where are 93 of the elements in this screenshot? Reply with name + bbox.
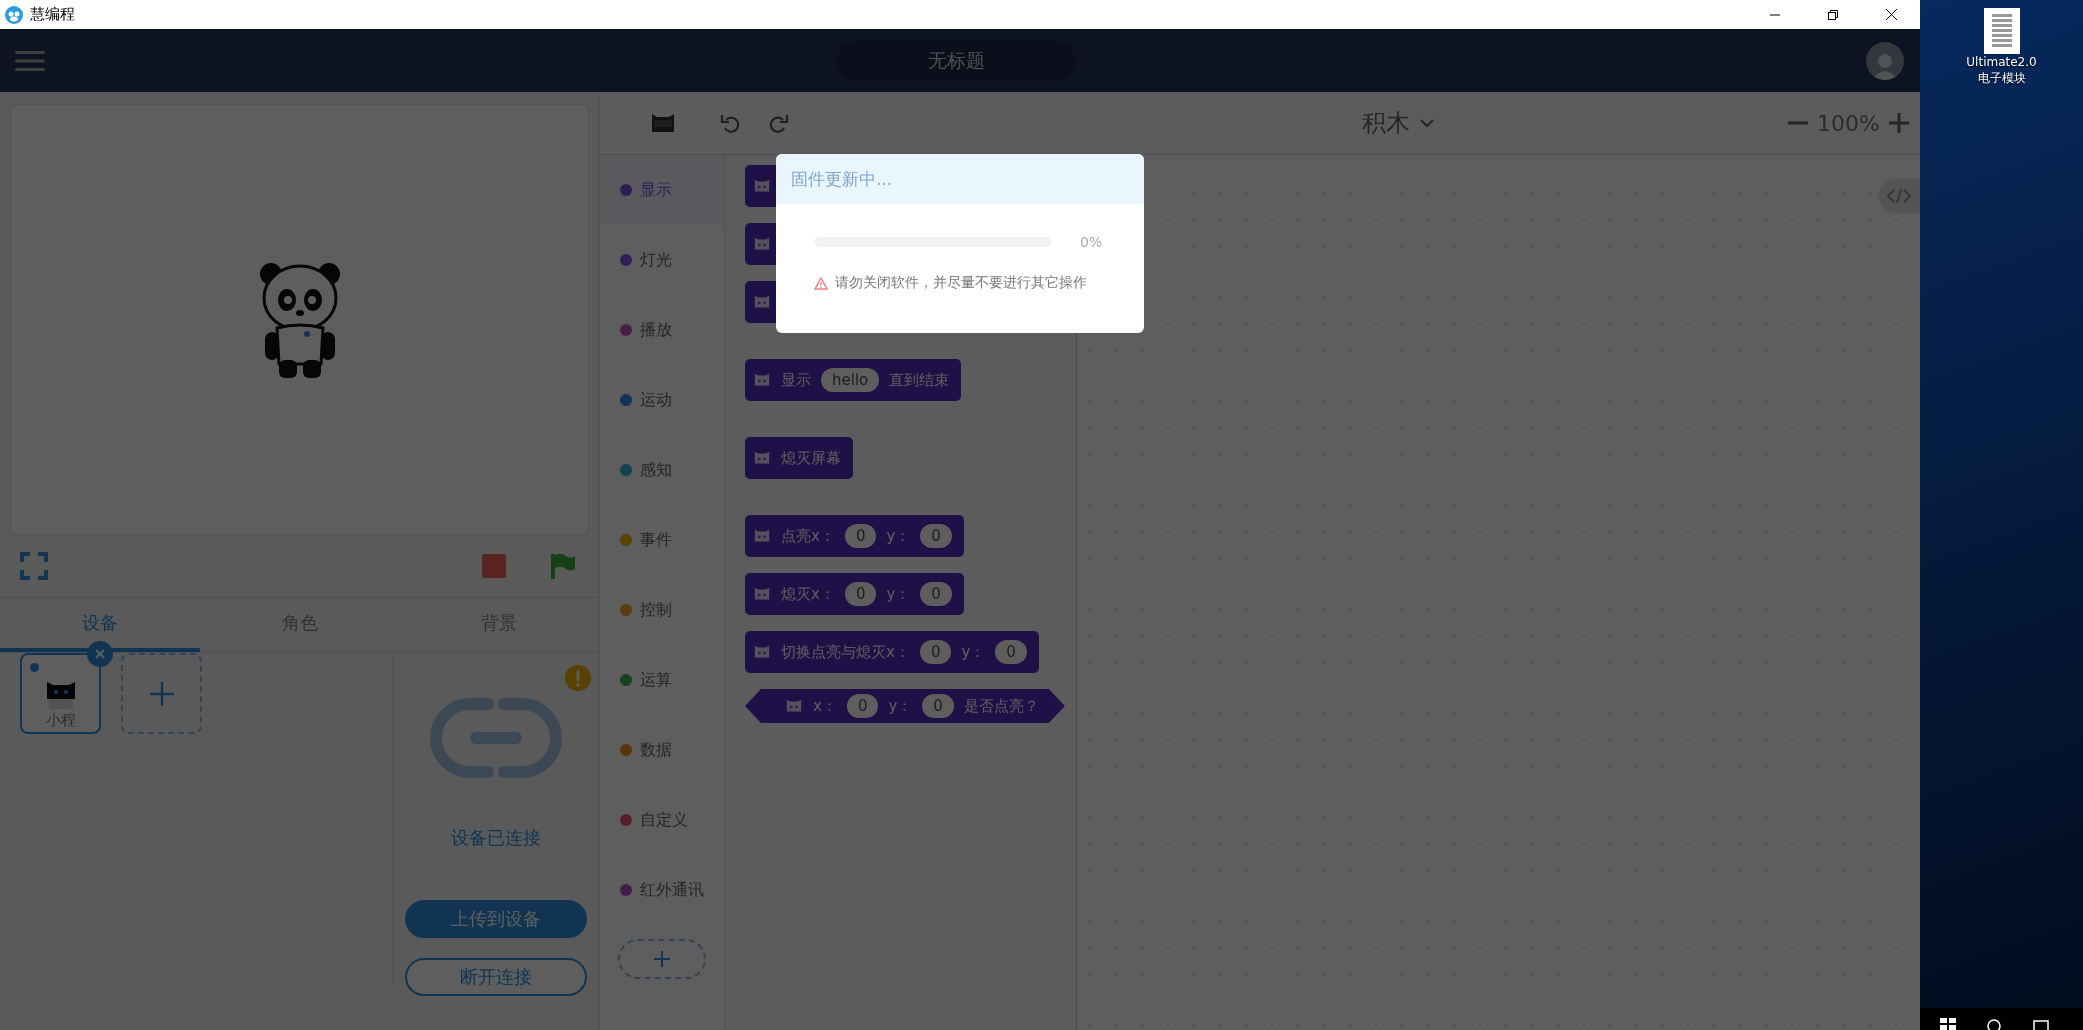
category-label: 控制: [640, 599, 672, 621]
app-logo-icon: [4, 4, 24, 25]
block-label: y：: [886, 526, 911, 546]
category-item[interactable]: 显示: [600, 155, 724, 225]
category-item[interactable]: 灯光: [600, 225, 724, 295]
plus-icon: [148, 680, 175, 707]
robot-icon: [753, 586, 771, 602]
warning-message: 请勿关闭软件，并尽量不要进行其它操作: [835, 274, 1087, 292]
category-label: 红外通讯: [640, 879, 704, 901]
robot-icon: [753, 294, 771, 310]
code-block[interactable]: 切换点亮与熄灭x： 0 y： 0: [745, 631, 1039, 673]
category-item[interactable]: 感知: [600, 435, 724, 505]
block-input[interactable]: 0: [919, 640, 952, 664]
robot-icon[interactable]: [649, 112, 676, 134]
close-icon: [94, 648, 106, 660]
block-input[interactable]: hello: [821, 368, 880, 392]
undo-icon[interactable]: [720, 112, 742, 134]
upload-button[interactable]: 上传到设备: [405, 900, 587, 938]
window-title: 慧编程: [30, 5, 75, 24]
avatar-icon[interactable]: [1866, 41, 1904, 80]
category-item[interactable]: 播放: [600, 295, 724, 365]
category-label: 运动: [640, 389, 672, 411]
code-block[interactable]: 熄灭x： 0 y： 0: [745, 573, 964, 615]
connection-status: 设备已连接: [451, 826, 541, 850]
document-icon: [1983, 8, 2020, 54]
category-label: 运算: [640, 669, 672, 691]
block-label: y：: [886, 584, 911, 604]
block-input[interactable]: 0: [920, 524, 952, 548]
block-label: 显示: [781, 370, 811, 390]
code-view-icon[interactable]: [1878, 179, 1920, 213]
search-icon[interactable]: [1986, 1018, 2002, 1030]
zoom-in-icon[interactable]: [1888, 112, 1910, 134]
block-input[interactable]: 0: [846, 694, 879, 718]
warning-icon[interactable]: [565, 665, 591, 691]
robot-icon: [753, 528, 771, 544]
category-label: 数据: [640, 739, 672, 761]
category-item[interactable]: 控制: [600, 575, 724, 645]
restore-icon: [1827, 8, 1839, 21]
task-view-icon[interactable]: [2032, 1018, 2050, 1030]
category-item[interactable]: 红外通讯: [600, 855, 724, 925]
robot-icon: [753, 236, 771, 252]
desktop-file-icon[interactable]: Ultimate2.0 电子模块: [1966, 8, 2037, 86]
desktop-icon-label: Ultimate2.0: [1966, 54, 2037, 70]
desktop-icon-label: 电子模块: [1977, 70, 2026, 86]
category-label: 播放: [640, 319, 672, 341]
plus-icon: [653, 950, 671, 968]
category-item[interactable]: 数据: [600, 715, 724, 785]
category-item[interactable]: 运动: [600, 365, 724, 435]
block-label: 熄灭屏幕: [781, 448, 841, 468]
code-block[interactable]: 点亮x： 0 y： 0: [745, 515, 964, 557]
remove-button[interactable]: [87, 641, 113, 667]
block-label: 点亮x：: [781, 526, 835, 546]
robot-icon: [785, 698, 803, 714]
progress-reading: 0%: [1080, 234, 1103, 250]
code-block[interactable]: 显示 hello 直到结束: [745, 359, 962, 401]
redo-icon[interactable]: [767, 112, 789, 134]
boolean-block[interactable]: x： 0 y： 0 是否点亮？: [745, 689, 1065, 723]
block-input[interactable]: 0: [844, 582, 877, 606]
connected-dot: [30, 663, 39, 672]
project-title-field[interactable]: 无标题: [837, 40, 1075, 81]
disconnect-button[interactable]: 断开连接: [405, 958, 587, 996]
category-item[interactable]: 事件: [600, 505, 724, 575]
block-label: y：: [888, 696, 913, 716]
robot-icon: [753, 372, 771, 388]
category-label: 显示: [640, 179, 672, 201]
block-input[interactable]: 0: [995, 640, 1027, 664]
category-label: 灯光: [640, 249, 672, 271]
robot-icon: [753, 178, 771, 194]
block-input[interactable]: 0: [844, 524, 877, 548]
category-item[interactable]: 运算: [600, 645, 724, 715]
block-label: x：: [813, 696, 837, 716]
close-icon: [1884, 8, 1898, 21]
add-device-button[interactable]: [121, 653, 202, 734]
block-label: 熄灭x：: [781, 584, 835, 604]
category-label: 感知: [640, 459, 672, 481]
block-label: 切换点亮与熄灭x：: [781, 642, 910, 662]
category-label: 事件: [640, 529, 672, 551]
block-label: y：: [961, 642, 986, 662]
chevron-down-icon: [1420, 118, 1435, 128]
flag-icon[interactable]: [550, 552, 576, 580]
add-extension-button[interactable]: [618, 939, 706, 979]
block-label: 是否点亮？: [963, 696, 1039, 716]
block-label: 直到结束: [889, 370, 950, 390]
block-input[interactable]: 0: [922, 694, 954, 718]
warning-icon: [814, 276, 828, 290]
block-input[interactable]: 0: [920, 582, 952, 606]
link-icon: [430, 698, 562, 778]
code-block[interactable]: 熄灭屏幕: [745, 437, 853, 479]
fullscreen-icon[interactable]: [20, 552, 48, 580]
robot-icon: [753, 450, 771, 466]
dialog-title: 固件更新中...: [776, 154, 1144, 204]
robot-icon: [753, 644, 771, 660]
windows-start-icon[interactable]: [1940, 1018, 1956, 1030]
